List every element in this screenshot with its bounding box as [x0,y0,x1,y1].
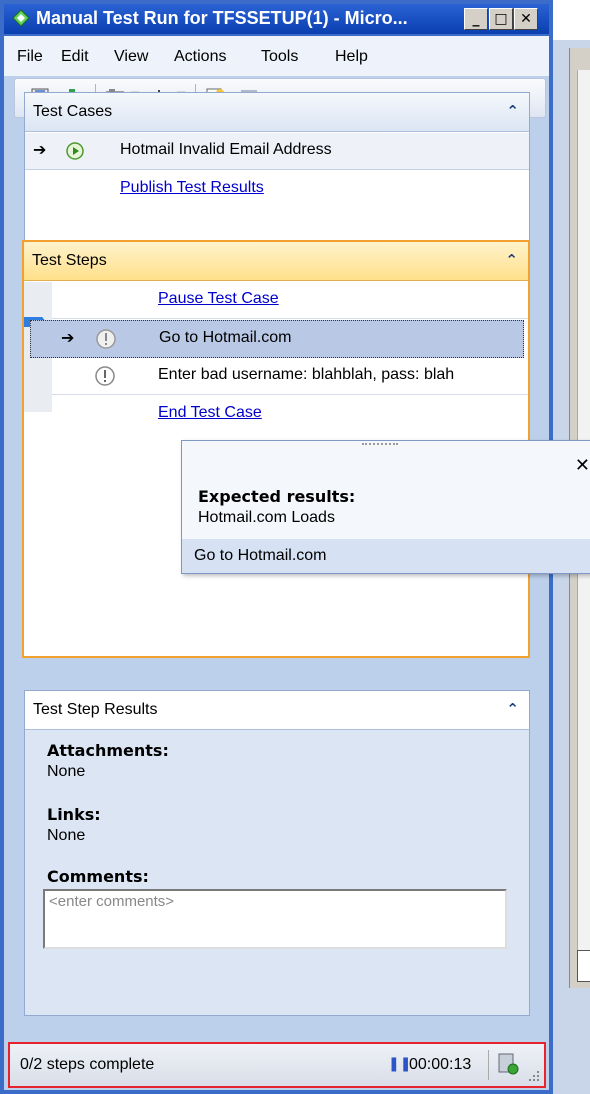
test-steps-header[interactable]: Test Steps ⌃ [24,242,528,281]
status-separator [488,1050,489,1080]
step-row[interactable]: Enter bad username: blahblah, pass: blah [52,358,528,395]
collapse-icon[interactable]: ⌃ [505,251,518,269]
status-bar: 0/2 steps complete ❚❚ 00:00:13 [8,1042,546,1088]
expected-results-value: Hotmail.com Loads [198,509,335,526]
current-arrow-icon: ➔ [61,328,75,347]
test-cases-title: Test Cases [33,103,113,120]
background-window-field [577,950,590,982]
pause-test-case-link[interactable]: Pause Test Case [158,290,279,308]
expected-results-popup: ✕ Expected results: Hotmail.com Loads Go… [181,440,590,574]
menu-file[interactable]: File [17,48,43,66]
elapsed-timer: 00:00:13 [409,1056,472,1073]
title-bar[interactable]: Manual Test Run for TFSSETUP(1) - Micro.… [4,4,549,34]
steps-complete-text: 0/2 steps complete [20,1056,155,1073]
test-case-name: Hotmail Invalid Email Address [120,141,332,158]
test-cases-panel: Test Cases ⌃ ➔ Hotmail Invalid Email Add… [24,92,530,244]
window-title: Manual Test Run for TFSSETUP(1) - Micro.… [36,8,408,28]
test-step-results-panel: Test Step Results ⌃ Attachments: None Li… [24,690,530,1016]
collapse-icon[interactable]: ⌃ [506,102,519,120]
test-cases-header[interactable]: Test Cases ⌃ [25,93,529,132]
info-icon [95,366,115,386]
pause-icon[interactable]: ❚❚ [388,1056,411,1072]
collapse-icon[interactable]: ⌃ [506,700,519,718]
step-text: Enter bad username: blahblah, pass: blah [158,366,455,383]
drag-handle[interactable] [362,443,398,449]
menu-actions[interactable]: Actions [174,48,226,66]
menu-edit[interactable]: Edit [61,48,89,66]
maximize-button[interactable]: □ [489,8,513,30]
attachments-label: Attachments: [47,741,169,760]
attachments-value: None [47,763,86,780]
main-window: Manual Test Run for TFSSETUP(1) - Micro.… [0,0,590,1094]
menu-bar: File Edit View Actions Tools Help [4,36,549,76]
app-icon [12,9,30,27]
test-step-results-title: Test Step Results [33,701,158,718]
links-value: None [47,827,86,844]
resize-grip-icon[interactable] [528,1070,540,1082]
expected-results-label: Expected results: [198,487,356,506]
comments-label: Comments: [47,867,149,886]
links-label: Links: [47,805,101,824]
end-row: End Test Case [52,396,528,432]
info-icon [96,329,116,349]
popup-step-text: Go to Hotmail.com [194,547,327,564]
menu-help[interactable]: Help [335,48,368,66]
connection-status-icon[interactable] [496,1052,520,1076]
menu-tools[interactable]: Tools [261,48,298,66]
step-text: Go to Hotmail.com [159,329,292,346]
minimize-button[interactable]: _ [464,8,488,30]
menu-view[interactable]: View [114,48,148,66]
pause-row: Pause Test Case [52,282,528,319]
comments-field[interactable]: <enter comments> [43,889,507,949]
close-button[interactable]: ✕ [514,8,538,30]
test-case-row[interactable]: ➔ Hotmail Invalid Email Address [25,133,529,170]
popup-footer: Go to Hotmail.com [182,539,590,573]
play-icon [66,142,84,160]
publish-test-results-link[interactable]: Publish Test Results [120,179,264,197]
background-window-titlebar [553,0,590,40]
test-step-results-header[interactable]: Test Step Results ⌃ [25,691,529,730]
current-arrow-icon: ➔ [33,140,47,159]
end-test-case-link[interactable]: End Test Case [158,404,262,422]
publish-row: Publish Test Results [25,171,529,207]
step-row[interactable]: ➔ Go to Hotmail.com [30,320,524,358]
close-icon[interactable]: ✕ [575,455,590,476]
test-steps-title: Test Steps [32,252,107,269]
